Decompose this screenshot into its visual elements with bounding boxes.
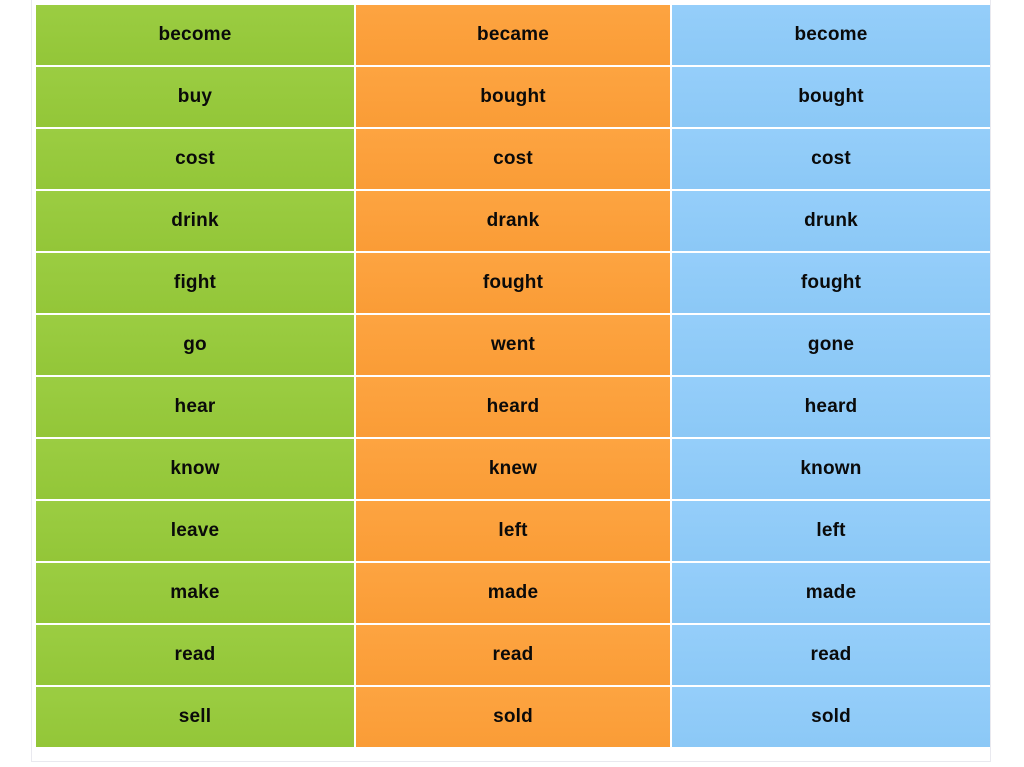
page-canvas: become became become buy bought bought c…	[0, 0, 1024, 767]
table-row: buy bought bought	[36, 67, 990, 127]
verb-past-simple: made	[356, 563, 670, 623]
verb-past-participle: bought	[672, 67, 990, 127]
verb-past-simple: cost	[356, 129, 670, 189]
verb-past-participle: become	[672, 5, 990, 65]
verb-past-participle: sold	[672, 687, 990, 747]
verb-table-body: become became become buy bought bought c…	[36, 5, 990, 747]
verb-past-simple: went	[356, 315, 670, 375]
verb-past-simple: heard	[356, 377, 670, 437]
table-row: become became become	[36, 5, 990, 65]
verb-base-form: sell	[36, 687, 354, 747]
verb-past-participle: cost	[672, 129, 990, 189]
verb-past-simple: bought	[356, 67, 670, 127]
verb-past-simple: drank	[356, 191, 670, 251]
table-row: leave left left	[36, 501, 990, 561]
table-row: read read read	[36, 625, 990, 685]
verb-past-participle: read	[672, 625, 990, 685]
verb-past-participle: fought	[672, 253, 990, 313]
verb-past-simple: left	[356, 501, 670, 561]
irregular-verbs-table: become became become buy bought bought c…	[34, 3, 990, 749]
table-row: make made made	[36, 563, 990, 623]
table-row: drink drank drunk	[36, 191, 990, 251]
verb-past-participle: gone	[672, 315, 990, 375]
verb-table-frame: become became become buy bought bought c…	[31, 0, 991, 762]
verb-past-participle: left	[672, 501, 990, 561]
verb-past-participle: known	[672, 439, 990, 499]
table-row: know knew known	[36, 439, 990, 499]
table-row: fight fought fought	[36, 253, 990, 313]
verb-past-simple: became	[356, 5, 670, 65]
verb-base-form: drink	[36, 191, 354, 251]
verb-base-form: know	[36, 439, 354, 499]
verb-past-participle: heard	[672, 377, 990, 437]
table-row: hear heard heard	[36, 377, 990, 437]
table-row: sell sold sold	[36, 687, 990, 747]
verb-base-form: cost	[36, 129, 354, 189]
verb-past-participle: drunk	[672, 191, 990, 251]
verb-past-simple: knew	[356, 439, 670, 499]
verb-past-participle: made	[672, 563, 990, 623]
verb-past-simple: fought	[356, 253, 670, 313]
verb-base-form: leave	[36, 501, 354, 561]
verb-base-form: read	[36, 625, 354, 685]
verb-base-form: buy	[36, 67, 354, 127]
verb-base-form: become	[36, 5, 354, 65]
verb-base-form: fight	[36, 253, 354, 313]
verb-past-simple: sold	[356, 687, 670, 747]
verb-base-form: go	[36, 315, 354, 375]
verb-base-form: hear	[36, 377, 354, 437]
table-row: cost cost cost	[36, 129, 990, 189]
table-row: go went gone	[36, 315, 990, 375]
verb-base-form: make	[36, 563, 354, 623]
verb-past-simple: read	[356, 625, 670, 685]
